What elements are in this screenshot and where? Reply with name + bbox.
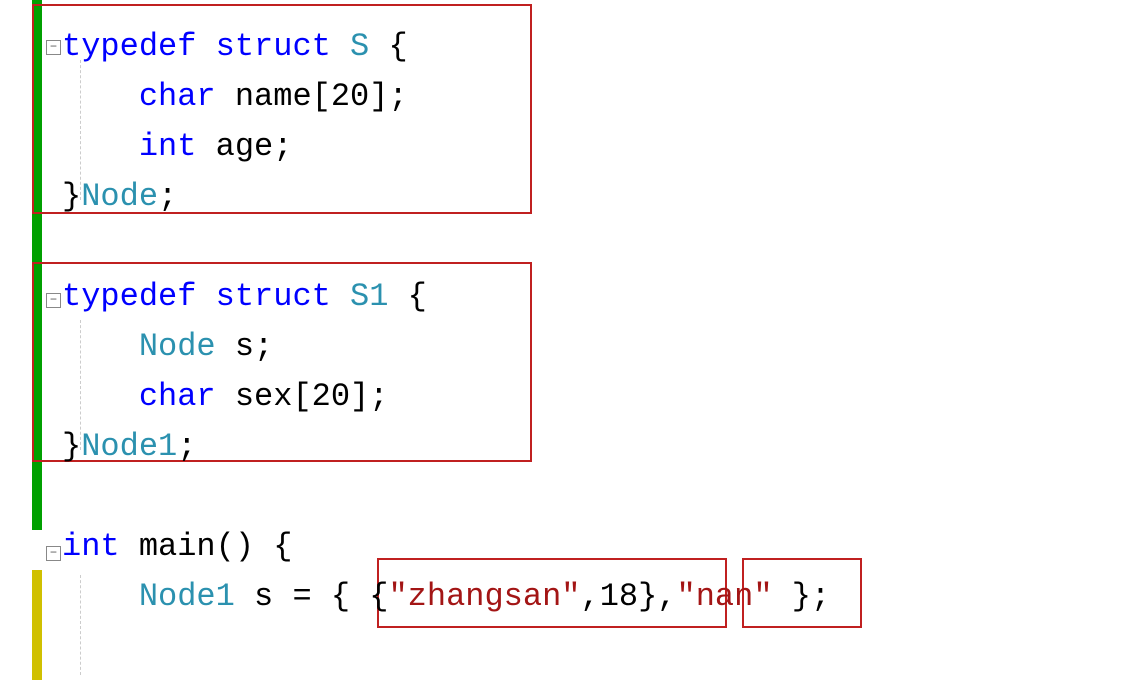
code-editor: typedef struct S { char name[20]; int ag… (0, 0, 1133, 681)
type-name: Node (81, 178, 158, 215)
code-line: }Node; (62, 172, 1133, 222)
change-marker-green (32, 0, 42, 530)
fold-icon[interactable] (46, 546, 61, 561)
code-line: typedef struct S { (62, 22, 1133, 72)
identifier: name[20]; (216, 78, 408, 115)
identifier: s; (216, 328, 274, 365)
keyword-char: char (139, 78, 216, 115)
code-line: char name[20]; (62, 72, 1133, 122)
type-name: S (350, 28, 369, 65)
identifier: s = { { (235, 578, 389, 615)
semicolon: ; (177, 428, 196, 465)
code-line-blank (62, 472, 1133, 522)
editor-gutter (0, 0, 62, 681)
keyword-int: int (62, 528, 120, 565)
code-line: int main() { (62, 522, 1133, 572)
fold-icon[interactable] (46, 40, 61, 55)
code-line-blank (62, 222, 1133, 272)
identifier: sex[20]; (216, 378, 389, 415)
type-name: Node1 (139, 578, 235, 615)
code-line: int age; (62, 122, 1133, 172)
keyword-char: char (139, 378, 216, 415)
keyword-struct: struct (216, 278, 331, 315)
identifier: }; (773, 578, 831, 615)
keyword-typedef: typedef (62, 278, 196, 315)
keyword-struct: struct (216, 28, 331, 65)
identifier: main() { (120, 528, 293, 565)
identifier: age; (196, 128, 292, 165)
fold-icon[interactable] (46, 293, 61, 308)
type-name: Node1 (81, 428, 177, 465)
code-line: char sex[20]; (62, 372, 1133, 422)
change-marker-yellow (32, 570, 42, 680)
keyword-typedef: typedef (62, 28, 196, 65)
type-name: Node (139, 328, 216, 365)
code-line: typedef struct S1 { (62, 272, 1133, 322)
semicolon: ; (158, 178, 177, 215)
brace: } (62, 178, 81, 215)
brace: { (369, 28, 407, 65)
code-line: Node1 s = { {"zhangsan",18},"nan" }; (62, 572, 1133, 622)
brace: } (62, 428, 81, 465)
string-literal: "nan" (677, 578, 773, 615)
string-literal: "zhangsan" (388, 578, 580, 615)
type-name: S1 (350, 278, 388, 315)
code-line: Node s; (62, 322, 1133, 372)
code-line: }Node1; (62, 422, 1133, 472)
keyword-int: int (139, 128, 197, 165)
brace: { (388, 278, 426, 315)
code-area[interactable]: typedef struct S { char name[20]; int ag… (62, 0, 1133, 681)
identifier: ,18}, (580, 578, 676, 615)
